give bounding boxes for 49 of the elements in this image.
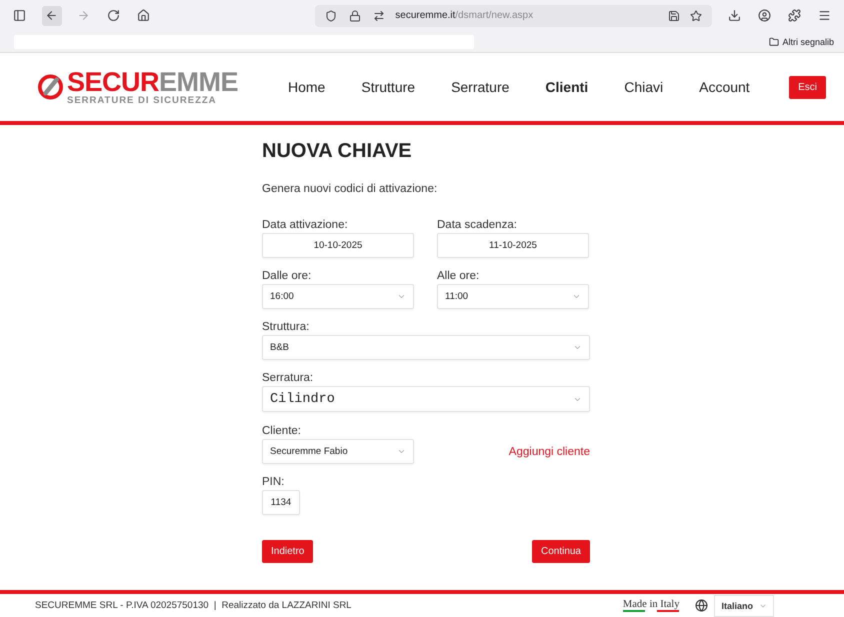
logout-button[interactable]: Esci [789, 76, 826, 98]
date-field[interactable]: 10-10-2025 [262, 233, 414, 258]
dropdown[interactable]: B&B [262, 335, 590, 360]
nav-link[interactable]: Home [270, 79, 344, 95]
page-title: NUOVA CHIAVE [262, 140, 413, 163]
home-icon[interactable] [135, 8, 152, 24]
date-field[interactable]: 11-10-2025 [437, 233, 589, 258]
add-client-link[interactable]: Aggiungi cliente [508, 446, 590, 458]
star-icon[interactable] [688, 8, 704, 24]
back-icon[interactable] [42, 6, 62, 26]
globe-icon [695, 599, 708, 612]
field-label: Alle ore: [437, 270, 480, 282]
caret-icon [573, 343, 582, 352]
caret-icon [397, 447, 406, 456]
bookmarks-folder[interactable]: Altri segnalib [769, 36, 834, 46]
extensions-icon[interactable] [786, 8, 802, 24]
language-select[interactable]: Italiano [714, 594, 774, 616]
field-label: Cliente: [262, 425, 302, 437]
pin-field[interactable]: 1134 [262, 490, 300, 515]
nav-link[interactable]: Chiavi [606, 79, 682, 95]
dropdown[interactable]: Securemme Fabio [262, 439, 414, 464]
nav-link[interactable]: Clienti [527, 79, 606, 95]
nav-link[interactable]: Strutture [343, 79, 434, 95]
made-in-italy-mark: Made in Italy [622, 599, 680, 612]
footer-text: SECUREMME SRL - P.IVA 02025750130 | Realizzato da LAZZARINI SRL [35, 600, 352, 611]
caret-icon [397, 292, 406, 301]
continue-button[interactable]: Continua [532, 540, 590, 563]
field-label: PIN: [262, 476, 286, 488]
folder-icon [769, 36, 780, 46]
address-bar[interactable]: securemme.it/dsmart/new.aspx [315, 4, 712, 26]
nav-link[interactable]: Account [681, 79, 768, 95]
sidebar-icon[interactable] [12, 8, 28, 24]
reload-icon[interactable] [106, 8, 122, 24]
field-label: Struttura: [262, 321, 310, 333]
nav-link[interactable]: Serrature [433, 79, 528, 95]
logo-tagline: SERRATURE DI SICUREZZA [66, 94, 218, 106]
back-button[interactable]: Indietro [262, 540, 314, 563]
account-icon[interactable] [756, 8, 772, 24]
download-icon[interactable] [726, 8, 742, 24]
field-label: Dalle ore: [262, 270, 312, 282]
dropdown[interactable]: 16:00 [262, 284, 414, 309]
intro-text: Genera nuovi codici di attivazione: [262, 183, 438, 195]
field-label: Data attivazione: [262, 219, 349, 231]
field-label: Data scadenza: [437, 219, 518, 231]
dropdown[interactable]: Cilindro [262, 386, 590, 412]
caret-icon [572, 292, 581, 301]
dropdown[interactable]: 11:00 [437, 284, 589, 309]
field-label: Serratura: [262, 372, 314, 384]
logo-text: SECUREMME [66, 68, 238, 94]
